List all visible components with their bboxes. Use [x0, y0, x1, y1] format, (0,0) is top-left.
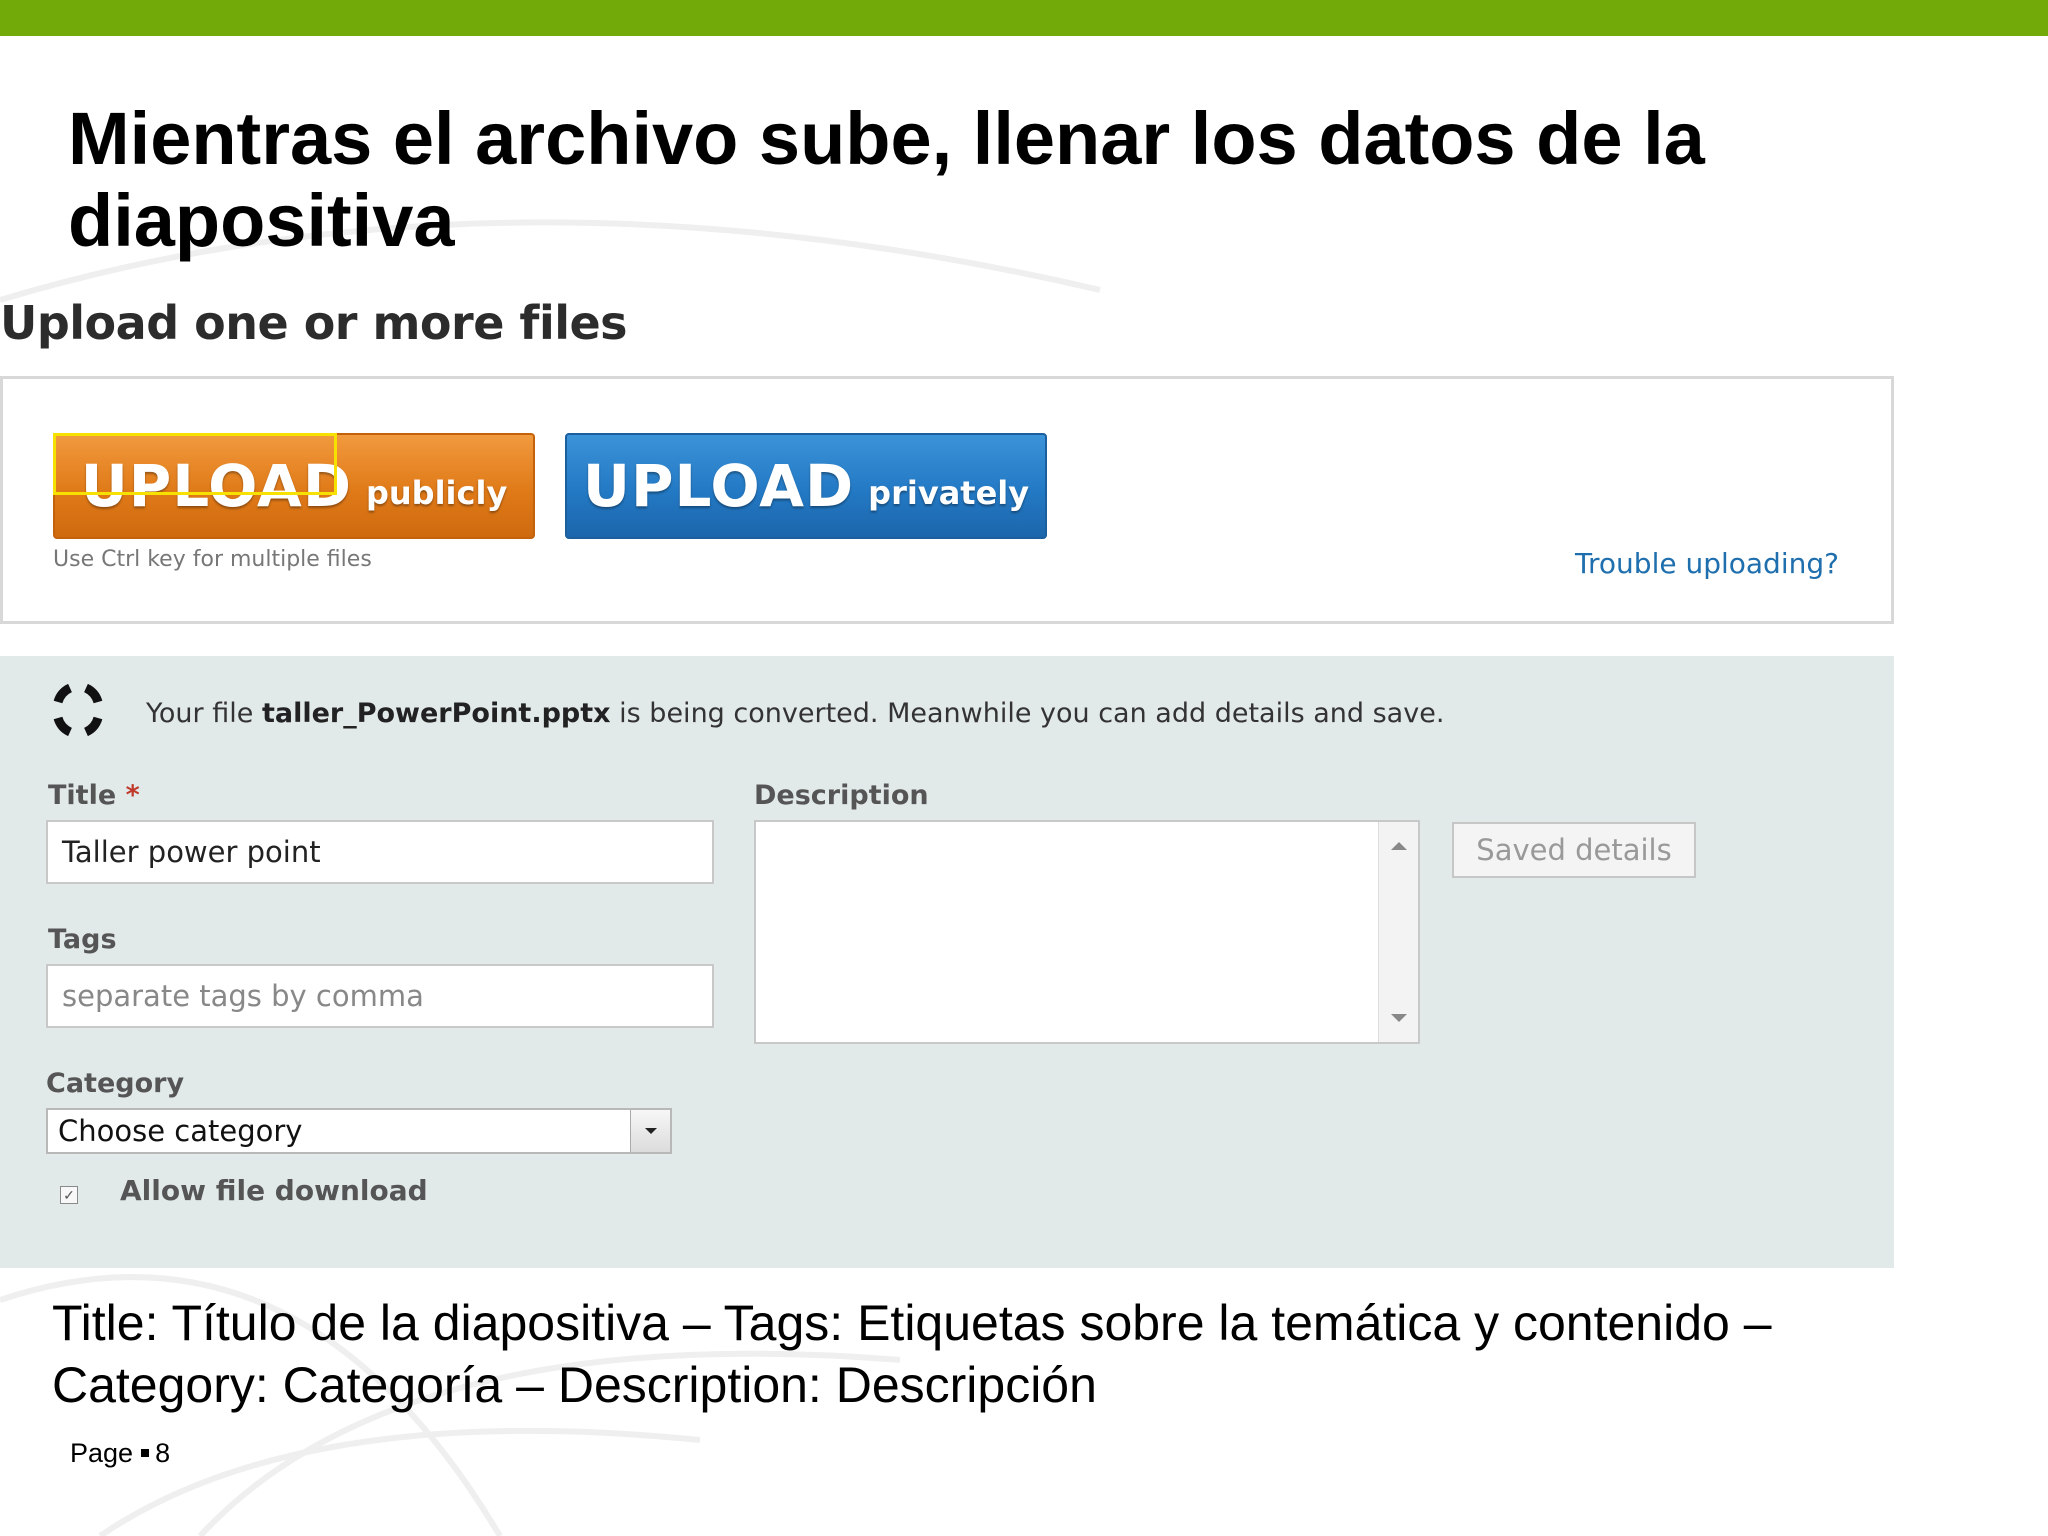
saved-details-button[interactable]: Saved details: [1452, 822, 1696, 878]
title-label: Title *: [48, 780, 140, 811]
upload-publicly-big-label: UPLOAD: [80, 452, 352, 520]
conversion-status: Your file taller_PowerPoint.pptx is bein…: [146, 698, 1444, 729]
multiple-files-hint: Use Ctrl key for multiple files: [53, 547, 372, 572]
category-label: Category: [46, 1068, 185, 1099]
bullet-square-icon: [141, 1448, 150, 1457]
upload-publicly-button[interactable]: UPLOAD publicly: [53, 433, 535, 539]
caption-line-2: Category: Categoría – Description: Descr…: [52, 1357, 1097, 1413]
description-textarea[interactable]: [754, 820, 1420, 1044]
category-select[interactable]: Choose category: [46, 1108, 672, 1154]
top-accent-bar: [0, 0, 2048, 36]
caption-line-1: Title: Título de la diapositiva – Tags: …: [52, 1295, 1772, 1351]
upload-privately-button[interactable]: UPLOAD privately: [565, 433, 1047, 539]
page-label: Page: [70, 1438, 134, 1468]
status-prefix: Your file: [146, 698, 262, 729]
tags-input[interactable]: separate tags by comma: [46, 964, 714, 1028]
page-indicator: Page 8: [70, 1438, 170, 1469]
upload-panel: UPLOAD publicly UPLOAD privately Use Ctr…: [0, 376, 1894, 624]
upload-heading: Upload one or more files: [0, 296, 628, 350]
status-suffix: is being converted. Meanwhile you can ad…: [610, 698, 1445, 729]
upload-privately-small-label: privately: [868, 474, 1030, 512]
file-name: taller_PowerPoint.pptx: [261, 698, 611, 729]
description-label: Description: [754, 780, 929, 811]
title-label-text: Title: [48, 780, 117, 811]
slide-title: Mientras el archivo sube, llenar los dat…: [68, 97, 1705, 262]
allow-download-label: Allow file download: [120, 1174, 428, 1207]
allow-download-checkbox[interactable]: ✓: [60, 1186, 78, 1204]
scroll-up-icon[interactable]: [1391, 842, 1407, 850]
scroll-down-icon[interactable]: [1391, 1014, 1407, 1022]
tags-label: Tags: [48, 924, 117, 955]
description-scrollbar[interactable]: [1378, 822, 1418, 1042]
title-input[interactable]: Taller power point: [46, 820, 714, 884]
category-selected-value: Choose category: [58, 1114, 303, 1148]
slide-caption: Title: Título de la diapositiva – Tags: …: [52, 1292, 1952, 1416]
required-marker: *: [125, 780, 140, 811]
trouble-uploading-link[interactable]: Trouble uploading?: [1575, 547, 1839, 580]
upload-publicly-small-label: publicly: [365, 474, 508, 512]
page-number: 8: [155, 1438, 171, 1468]
chevron-down-icon[interactable]: [630, 1110, 670, 1152]
loading-spinner-icon: [53, 683, 103, 737]
file-details-panel: Your file taller_PowerPoint.pptx is bein…: [0, 656, 1894, 1268]
upload-privately-big-label: UPLOAD: [582, 452, 855, 520]
